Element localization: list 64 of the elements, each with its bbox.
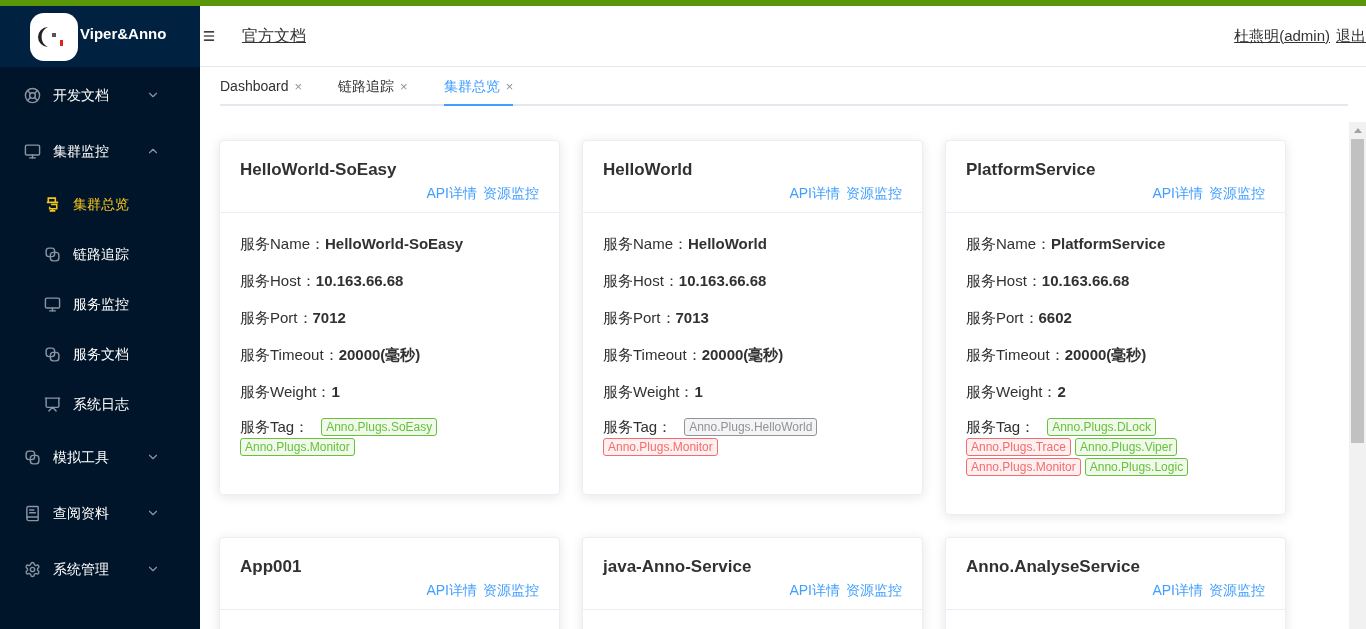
lifebuoy-icon xyxy=(24,86,41,104)
sidebar-submenu-item[interactable]: 链路追踪 xyxy=(0,229,200,279)
monitor-icon xyxy=(44,295,61,313)
sidebar-menu-item[interactable]: 系统管理 xyxy=(0,541,200,597)
tag: Anno.Plugs.Monitor xyxy=(603,438,718,456)
tag-label: 服务Tag： xyxy=(966,418,1036,436)
sidebar-menu-item[interactable]: 集群监控 xyxy=(0,123,200,179)
card-title: PlatformService xyxy=(966,159,1097,181)
field-line: 服务Timeout：20000(毫秒) xyxy=(603,345,785,365)
tag: Anno.Plugs.DLock xyxy=(1047,418,1156,436)
tag: Anno.Plugs.Monitor xyxy=(966,458,1081,476)
field-line: 服务Host：10.163.66.68 xyxy=(603,271,768,291)
official-docs-link[interactable]: 官方文档 xyxy=(242,24,306,48)
tag: Anno.Plugs.Trace xyxy=(966,438,1071,456)
page-tab[interactable]: 链路追踪 × xyxy=(338,69,408,106)
field-line: 服务Weight：1 xyxy=(240,382,341,402)
tag: Anno.Plugs.HelloWorld xyxy=(684,418,818,436)
field-line: 服务Port：7013 xyxy=(603,308,710,328)
tag: Anno.Plugs.Logic xyxy=(1084,458,1189,476)
field-line: 服务Name：HelloWorld-SoEasy xyxy=(240,234,465,254)
tag: Anno.Plugs.Viper xyxy=(1074,438,1178,456)
page-tab[interactable]: Dashboard × xyxy=(220,69,303,106)
card-title: java-Anno-Service xyxy=(603,556,753,578)
linked-squares-icon xyxy=(44,245,61,263)
logo-icon xyxy=(30,12,78,61)
tag: Anno.Plugs.SoEasy xyxy=(321,418,438,436)
tag: Anno.Plugs.Monitor xyxy=(240,438,355,456)
field-line: 服务Name：HelloWorld xyxy=(603,234,768,254)
cluster-icon xyxy=(44,195,61,213)
linked-squares-icon xyxy=(24,448,41,466)
menu-icon[interactable] xyxy=(202,29,216,43)
field-line: 服务Port：7012 xyxy=(240,308,347,328)
tag-label: 服务Tag： xyxy=(240,418,310,436)
sidebar-menu-item[interactable]: 开发文档 xyxy=(0,67,200,123)
scrollbar-thumb[interactable] xyxy=(1351,139,1364,443)
linked-squares-icon xyxy=(44,345,61,363)
sidebar-submenu-item[interactable]: 服务文档 xyxy=(0,329,200,379)
field-line: 服务Port：6602 xyxy=(966,308,1073,328)
sidebar-submenu-item[interactable]: 服务监控 xyxy=(0,279,200,329)
card-title: HelloWorld-SoEasy xyxy=(240,159,398,181)
sidebar-submenu-item[interactable]: 集群总览 xyxy=(0,179,200,229)
book-icon xyxy=(24,504,41,522)
scrollbar[interactable] xyxy=(1349,122,1366,629)
settings-icon xyxy=(24,560,41,578)
field-line: 服务Weight：2 xyxy=(966,382,1067,402)
brand-name: Viper&Anno xyxy=(80,24,167,45)
user-link[interactable]: 杜燕明(admin) xyxy=(1234,24,1330,48)
card-title: Anno.AnalyseService xyxy=(966,556,1141,578)
field-line: 服务Weight：1 xyxy=(603,382,704,402)
field-line: 服务Host：10.163.66.68 xyxy=(966,271,1131,291)
logout-link[interactable]: 退出 xyxy=(1336,24,1366,48)
card-title: App001 xyxy=(240,556,303,578)
card-title: HelloWorld xyxy=(603,159,694,181)
field-line: 服务Name：PlatformService xyxy=(966,234,1167,254)
tag-label: 服务Tag： xyxy=(603,418,673,436)
field-line: 服务Host：10.163.66.68 xyxy=(240,271,405,291)
sidebar-submenu-item[interactable]: 系统日志 xyxy=(0,379,200,429)
monitor-icon xyxy=(24,142,41,160)
field-line: 服务Timeout：20000(毫秒) xyxy=(966,345,1148,365)
sidebar-menu-item[interactable]: 模拟工具 xyxy=(0,429,200,485)
sidebar-menu-item[interactable]: 查阅资料 xyxy=(0,485,200,541)
field-line: 服务Timeout：20000(毫秒) xyxy=(240,345,422,365)
chart-board-icon xyxy=(44,395,61,413)
scroll-up-icon[interactable] xyxy=(1353,128,1362,133)
